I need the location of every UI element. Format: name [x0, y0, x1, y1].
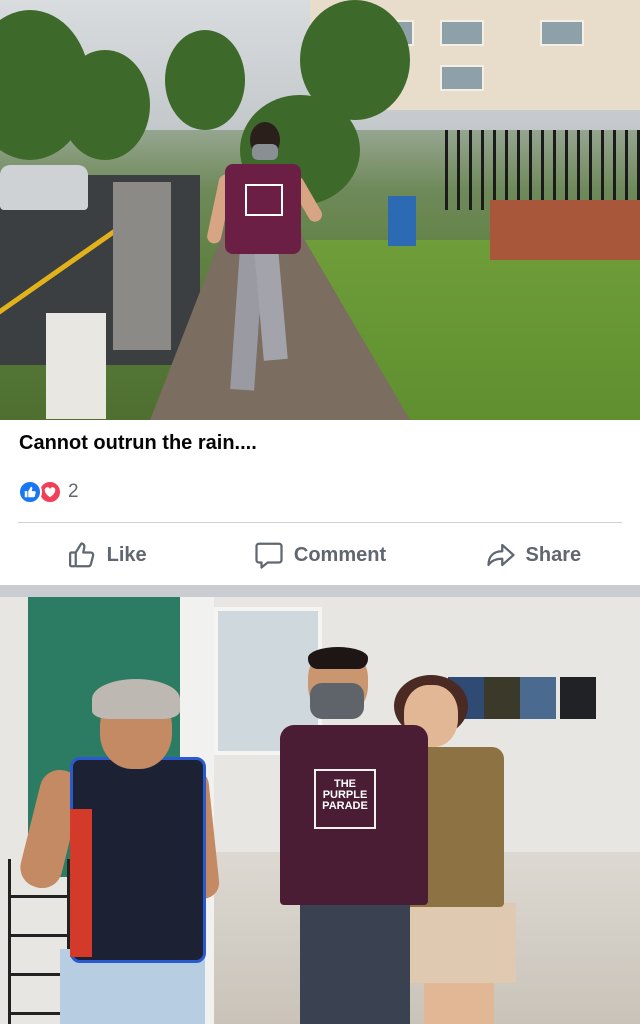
post-photo-running[interactable]	[0, 0, 640, 420]
shirt-logo-text: THE PURPLE PARADE	[322, 778, 368, 812]
photo-car	[0, 165, 88, 210]
photo-utility-box	[113, 182, 171, 350]
thumbs-up-icon	[68, 542, 94, 568]
share-button-label: Share	[525, 543, 582, 566]
photo-fence	[445, 130, 640, 210]
photo-elderly-man	[16, 679, 221, 1024]
like-reaction-icon	[18, 480, 42, 504]
photo-tree	[300, 0, 410, 120]
shirt-logo: THE PURPLE PARADE	[314, 769, 376, 829]
photo-man-masked: THE PURPLE PARADE	[272, 647, 432, 1024]
photo-tree	[165, 30, 245, 130]
post-caption: Cannot outrun the rain....	[19, 432, 257, 454]
post-separator	[0, 585, 640, 597]
photo-wall-art	[520, 677, 556, 719]
photo-tree	[60, 50, 150, 160]
speech-bubble-icon	[255, 542, 283, 569]
comment-button-label: Comment	[293, 543, 387, 566]
share-button[interactable]: Share	[427, 530, 640, 580]
like-button-label: Like	[106, 543, 147, 566]
post-action-bar: Like Comment Share	[0, 530, 640, 580]
comment-button[interactable]: Comment	[213, 530, 426, 580]
actions-divider	[18, 522, 622, 523]
reaction-summary[interactable]: 2	[18, 479, 79, 505]
share-arrow-icon	[486, 543, 515, 567]
photo-brick-wall	[490, 200, 640, 260]
post-photo-group[interactable]: THE PURPLE PARADE	[0, 597, 640, 1024]
like-button[interactable]: Like	[0, 530, 213, 580]
photo-utility-box-small	[46, 313, 106, 419]
photo-wall-art	[560, 677, 596, 719]
shirt-logo	[245, 184, 283, 216]
photo-recycle-bin	[388, 196, 416, 246]
photo-runner	[205, 122, 325, 402]
reaction-count: 2	[68, 481, 79, 502]
